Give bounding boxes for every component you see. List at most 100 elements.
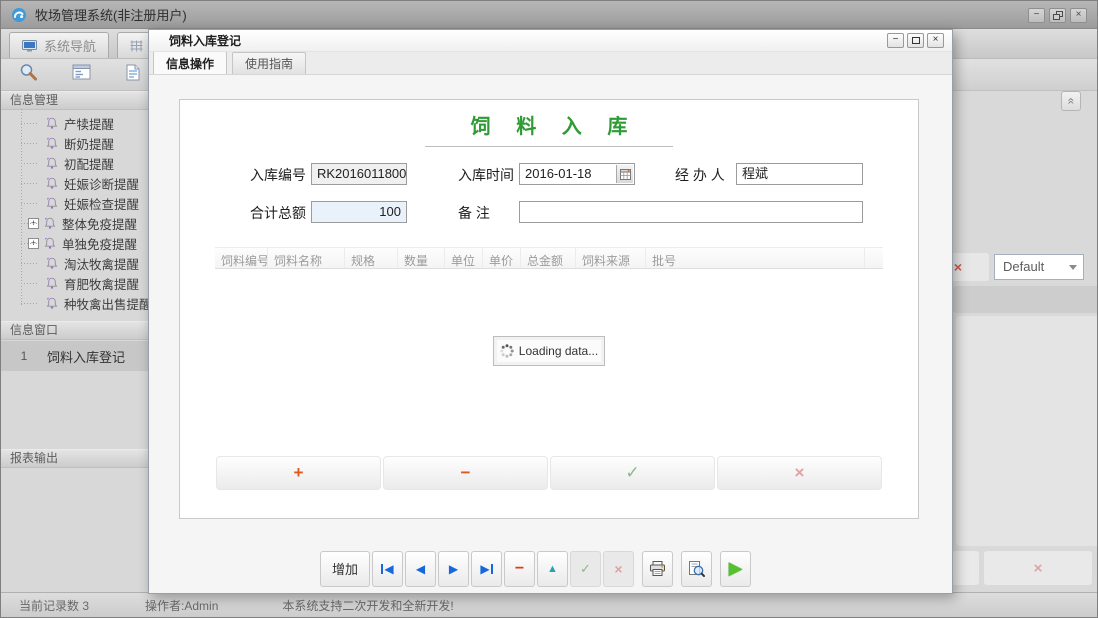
loading-text: Loading data... [519,344,598,358]
background-bar [953,286,1097,313]
application-window: 牧场管理系统(非注册用户) − × 系统导航 信息 [0,0,1098,618]
calendar-button[interactable] [616,165,633,183]
grid-cancel-button[interactable]: × [717,456,882,490]
reminder-bell-icon [45,176,59,190]
run-button[interactable]: ▶ [720,551,751,587]
reminder-bell-icon [45,276,59,290]
spinner-icon [500,344,514,358]
default-combobox[interactable]: Default [994,254,1084,280]
reminder-bell-icon [43,236,57,250]
search-button[interactable] [11,61,47,88]
preview-icon [688,561,705,577]
main-close-button[interactable]: × [1070,8,1087,23]
tree-item-cull[interactable]: 淘汰牧禽提醒 [1,253,161,273]
app-logo-icon [11,7,27,23]
delete-icon: − [515,560,524,578]
grid-confirm-button[interactable]: ✓ [550,456,715,490]
reminder-bell-icon [45,296,59,310]
reminder-bell-icon [45,116,59,130]
column-quantity: 数量 [398,248,445,268]
reminder-bell-icon [45,256,59,270]
dialog-minimize-button[interactable]: − [887,33,904,48]
section-report-output: 报表输出 [1,449,161,468]
dialog-close-button[interactable]: × [927,33,944,48]
column-feed-source: 饲料来源 [576,248,646,268]
column-spec: 规格 [345,248,398,268]
entry-no-label: 入库编号 [250,164,306,186]
remark-field[interactable] [519,201,863,223]
remark-label: 备 注 [458,202,490,224]
expand-plus-icon[interactable]: + [28,238,39,249]
print-button[interactable] [642,551,673,587]
section-info-management: 信息管理 [1,91,161,110]
handler-field[interactable]: 程斌 [736,163,863,185]
last-record-button[interactable]: ▶ [471,551,502,587]
restore-icon [1053,11,1063,20]
dialog-maximize-button[interactable] [907,33,924,48]
printer-icon [649,561,666,576]
search-icon [19,63,39,87]
reminder-bell-icon [45,136,59,150]
tab-user-guide[interactable]: 使用指南 [232,52,306,74]
background-cancel-button[interactable]: × [984,551,1092,585]
loading-indicator: Loading data... [493,336,605,366]
total-label: 合计总额 [250,202,306,224]
grid-remove-button[interactable]: − [383,456,548,490]
check-icon: ✓ [580,561,591,577]
delete-record-button[interactable]: − [504,551,535,587]
grid-row-buttons: + − ✓ × [216,456,882,490]
tree-item-weaning[interactable]: 断奶提醒 [1,133,161,153]
tree-item-fattening[interactable]: 育肥牧禽提醒 [1,273,161,293]
open-window-list-item[interactable]: 1 饲料入库登记 [1,341,161,371]
next-record-button[interactable]: ▶ [438,551,469,587]
play-icon: ▶ [729,558,743,579]
tab-info-operation[interactable]: 信息操作 [153,51,227,74]
first-record-button[interactable]: ◀ [372,551,403,587]
column-feed-name: 饲料名称 [268,248,345,268]
expand-plus-icon[interactable]: + [28,218,39,229]
window-item-label: 饲料入库登记 [47,347,125,366]
tree-item-first-mating[interactable]: 初配提醒 [1,153,161,173]
edit-record-button[interactable]: ▲ [537,551,568,587]
main-restore-button[interactable] [1049,8,1066,23]
entry-date-label: 入库时间 [458,164,514,186]
chevron-up-icon: « [1066,98,1076,105]
form-view-button[interactable] [63,61,99,88]
form-icon [72,64,91,85]
last-icon [491,564,493,574]
cancel-record-button[interactable]: × [603,551,634,587]
record-toolbar: 增加 ◀ ◀ ▶ ▶ − ▲ ✓ × ▶ [320,550,751,587]
total-field[interactable]: 100 [311,201,407,223]
tree-item-individual-immunization[interactable]: + 单独免疫提醒 [1,233,161,253]
entry-date-field[interactable]: 2016-01-18 [519,163,635,185]
tree-item-breeding-sale[interactable]: 种牧禽出售提醒 [1,293,161,313]
prev-record-button[interactable]: ◀ [405,551,436,587]
first-icon [381,564,383,574]
entry-no-field[interactable]: RK20160118001 [311,163,407,185]
chevron-down-icon [1069,265,1077,270]
dialog-titlebar[interactable]: 饲料入库登记 − × [149,30,952,52]
tree-item-pregnancy-diagnosis[interactable]: 妊娠诊断提醒 [1,173,161,193]
form-heading: 饲 料 入 库 [425,110,674,147]
tree-item-pregnancy-check[interactable]: 妊娠检查提醒 [1,193,161,213]
section-info-window: 信息窗口 [1,321,161,340]
feed-entry-form-panel: 饲 料 入 库 入库编号 RK20160118001 入库时间 2016-01-… [179,99,919,519]
column-total-amount: 总金额 [521,248,576,268]
add-record-button[interactable]: 增加 [320,551,370,587]
tree-item-overall-immunization[interactable]: + 整体免疫提醒 [1,213,161,233]
tree-item-calving[interactable]: 产犊提醒 [1,113,161,133]
preview-button[interactable] [681,551,712,587]
collapse-panel-button[interactable]: « [1061,91,1081,111]
feed-entry-dialog: 饲料入库登记 − × 信息操作 使用指南 饲 料 入 库 入库编号 RK2016… [148,29,953,594]
maximize-icon [912,37,920,44]
post-record-button[interactable]: ✓ [570,551,601,587]
next-icon: ▶ [449,562,458,576]
main-titlebar[interactable]: 牧场管理系统(非注册用户) − × [1,1,1097,29]
grid-add-button[interactable]: + [216,456,381,490]
main-minimize-button[interactable]: − [1028,8,1045,23]
document-icon [126,64,140,86]
main-window-title: 牧场管理系统(非注册用户) [35,5,187,24]
document-button[interactable] [115,61,151,88]
grid-icon [130,40,143,52]
tab-system-navigation[interactable]: 系统导航 [9,32,109,58]
